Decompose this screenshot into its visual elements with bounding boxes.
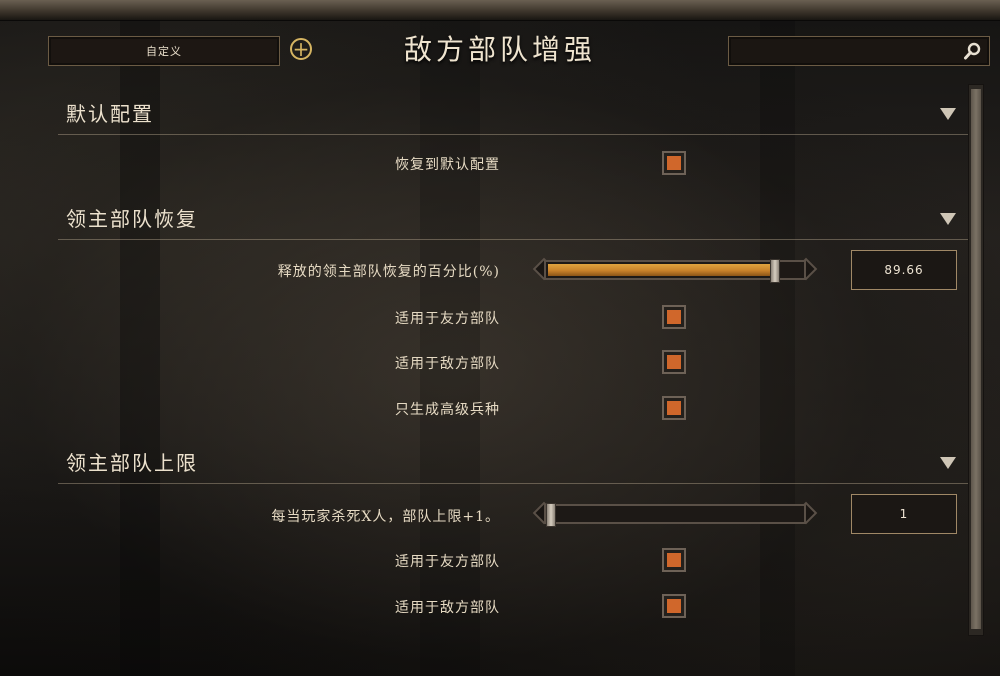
setting-label-elite-only: 只生成高级兵种 [395, 402, 500, 418]
section-header-lord-troop-limit[interactable]: 领主部队上限 [58, 441, 968, 484]
setting-label-limit-apply-friendly: 适用于友方部队 [395, 554, 500, 570]
triangle-down-icon[interactable] [940, 213, 956, 225]
search-input[interactable] [728, 36, 990, 66]
slider-kills-per-limit[interactable] [530, 499, 820, 529]
setting-label-kills-per-limit: 每当玩家杀死X人，部队上限+1。 [271, 509, 500, 525]
checkbox-check-mark [667, 401, 681, 415]
checkbox-apply-enemy[interactable] [662, 350, 686, 374]
checkbox-limit-apply-friendly[interactable] [662, 548, 686, 572]
checkbox-check-mark [667, 156, 681, 170]
section-header-lord-troop-recovery[interactable]: 领主部队恢复 [58, 197, 968, 240]
magnifier-icon [964, 42, 981, 60]
checkbox-elite-only[interactable] [662, 396, 686, 420]
slider-knob[interactable] [546, 503, 556, 527]
slider-knob[interactable] [770, 259, 780, 283]
checkbox-check-mark [667, 355, 681, 369]
checkbox-limit-apply-enemy[interactable] [662, 594, 686, 618]
checkbox-restore-default[interactable] [662, 151, 686, 175]
checkbox-apply-friendly[interactable] [662, 305, 686, 329]
kills-per-limit-value: 1 [899, 507, 909, 521]
slider-fill [548, 264, 776, 276]
slider-track[interactable] [544, 503, 806, 527]
section-title: 领主部队上限 [66, 451, 198, 475]
setting-label-recovery-percent: 释放的领主部队恢复的百分比(%) [277, 264, 500, 280]
checkbox-check-mark [667, 599, 681, 613]
recovery-percent-value-field[interactable]: 89.66 [851, 250, 957, 290]
setting-label-limit-apply-enemy: 适用于敌方部队 [395, 600, 500, 616]
triangle-down-icon[interactable] [940, 108, 956, 120]
triangle-down-icon[interactable] [940, 457, 956, 469]
slider-recovery-percent[interactable] [530, 255, 820, 285]
checkbox-check-mark [667, 553, 681, 567]
settings-scrollbar[interactable] [968, 84, 984, 636]
setting-label-restore-default: 恢复到默认配置 [395, 157, 500, 173]
section-title: 领主部队恢复 [66, 207, 198, 231]
recovery-percent-value: 89.66 [884, 263, 924, 277]
setting-label-apply-friendly: 适用于友方部队 [395, 311, 500, 327]
checkbox-check-mark [667, 310, 681, 324]
section-header-default-config[interactable]: 默认配置 [58, 92, 968, 135]
kills-per-limit-value-field[interactable]: 1 [851, 494, 957, 534]
section-title: 默认配置 [66, 102, 154, 126]
top-frame-border [0, 0, 1000, 21]
slider-track[interactable] [544, 259, 806, 283]
scrollbar-thumb[interactable] [971, 89, 981, 629]
setting-label-apply-enemy: 适用于敌方部队 [395, 356, 500, 372]
